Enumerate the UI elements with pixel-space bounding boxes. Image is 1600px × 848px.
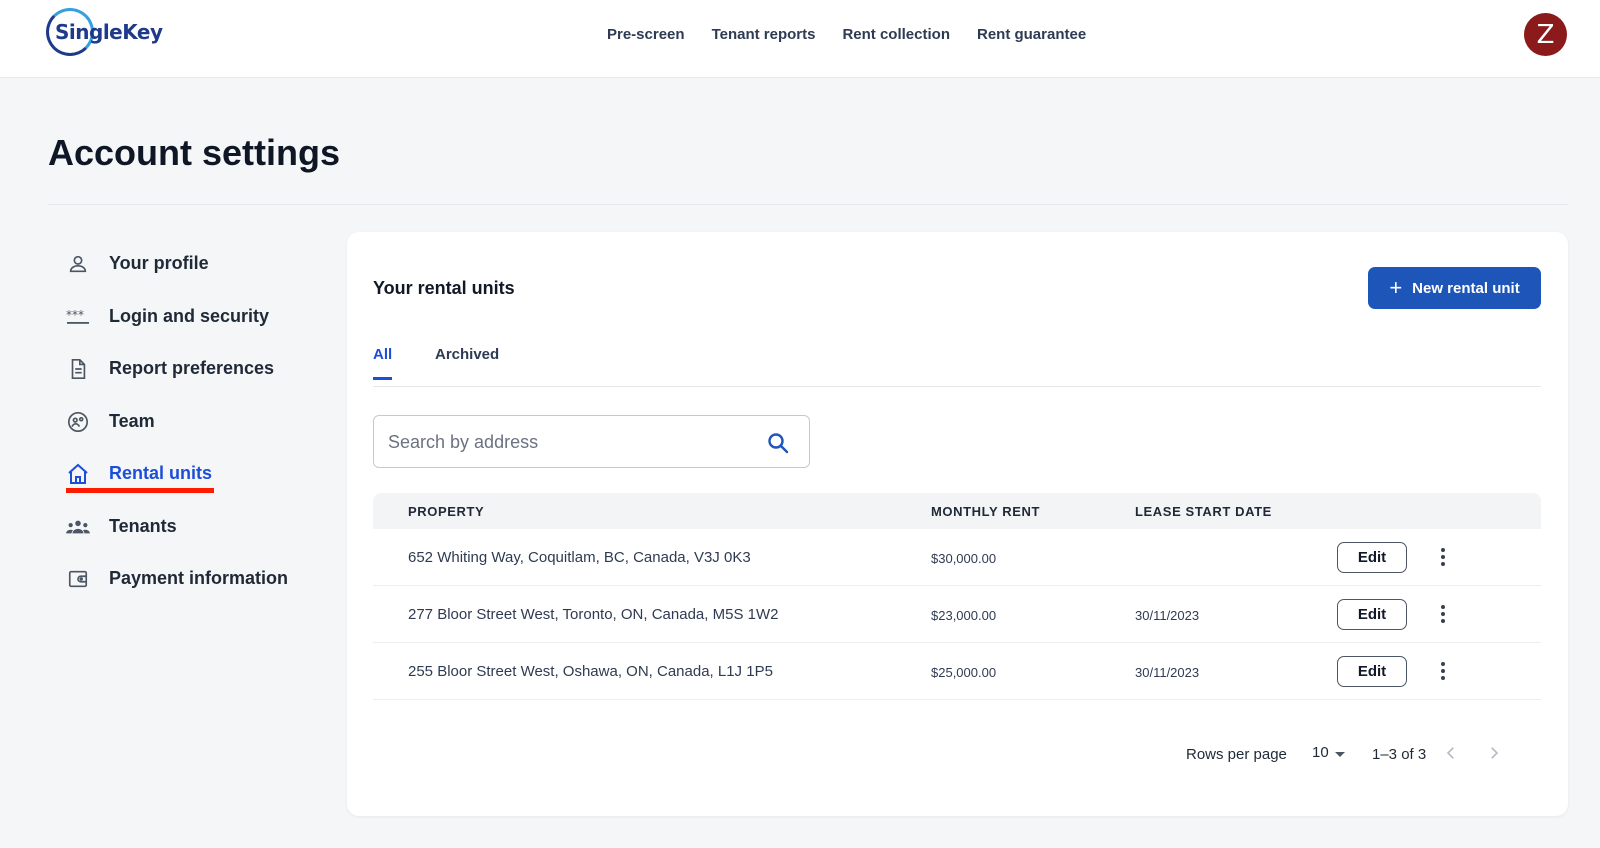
group-icon: [66, 515, 90, 539]
property-address: 652 Whiting Way, Coquitlam, BC, Canada, …: [408, 549, 751, 566]
page-title: Account settings: [48, 132, 341, 173]
monthly-rent: $23,000.00: [931, 608, 997, 623]
monthly-rent: $30,000.00: [931, 551, 997, 566]
column-header-lease-start: LEASE START DATE: [1135, 504, 1272, 519]
rental-units-tabs: All Archived: [373, 346, 1541, 387]
rows-per-page-label: Rows per page: [1186, 746, 1287, 763]
table-row: 277 Bloor Street West, Toronto, ON, Cana…: [373, 586, 1541, 643]
edit-button[interactable]: Edit: [1337, 542, 1407, 573]
table-row: 652 Whiting Way, Coquitlam, BC, Canada, …: [373, 529, 1541, 586]
rows-per-page-select[interactable]: 10: [1312, 744, 1352, 766]
caret-down-icon: [1335, 752, 1345, 757]
nav-tenant-reports[interactable]: Tenant reports: [712, 26, 816, 43]
title-divider: [48, 204, 1568, 205]
more-options-icon[interactable]: [1433, 659, 1453, 683]
home-icon: [66, 462, 90, 486]
sidebar-item-team[interactable]: Team: [66, 408, 336, 461]
table-row: 255 Bloor Street West, Oshawa, ON, Canad…: [373, 643, 1541, 700]
logo-text: SingleKey: [55, 20, 163, 44]
sidebar-item-label: Report preferences: [109, 358, 275, 378]
more-options-icon[interactable]: [1433, 602, 1453, 626]
sidebar-item-label: Your profile: [109, 253, 209, 273]
password-icon: ***: [66, 305, 90, 329]
team-icon: [66, 410, 90, 434]
sidebar-item-your-profile[interactable]: Your profile: [66, 250, 336, 303]
sidebar-item-label: Tenants: [109, 515, 177, 536]
chevron-left-icon[interactable]: [1439, 741, 1463, 765]
plus-icon: +: [1389, 275, 1403, 300]
nav-rent-collection[interactable]: Rent collection: [842, 26, 950, 43]
sidebar-item-tenants[interactable]: Tenants: [66, 513, 336, 566]
rental-units-table: PROPERTY MONTHLY RENT LEASE START DATE 6…: [373, 493, 1541, 700]
settings-sidebar: Your profile *** Login and security Repo…: [66, 250, 336, 618]
new-rental-unit-label: New rental unit: [1412, 279, 1520, 297]
more-options-icon[interactable]: [1433, 545, 1453, 569]
sidebar-item-label: Team: [109, 410, 155, 431]
column-header-property: PROPERTY: [408, 504, 485, 519]
lease-start-date: 30/11/2023: [1135, 608, 1200, 623]
edit-button[interactable]: Edit: [1337, 656, 1407, 687]
chevron-right-icon[interactable]: [1482, 741, 1506, 765]
main-nav: Pre-screen Tenant reports Rent collectio…: [607, 26, 1086, 43]
edit-button[interactable]: Edit: [1337, 599, 1407, 630]
tab-archived[interactable]: Archived: [435, 346, 499, 377]
singlekey-logo[interactable]: SingleKey: [46, 8, 163, 56]
person-icon: [66, 252, 90, 276]
search-icon[interactable]: [766, 431, 790, 455]
nav-rent-guarantee[interactable]: Rent guarantee: [977, 26, 1086, 43]
column-header-monthly-rent: MONTHLY RENT: [931, 504, 1041, 519]
sidebar-item-payment-information[interactable]: Payment information: [66, 565, 336, 618]
sidebar-item-report-preferences[interactable]: Report preferences: [66, 355, 336, 408]
sidebar-item-label: Payment information: [109, 568, 289, 588]
rows-per-page-value: 10: [1312, 744, 1329, 761]
wallet-icon: [66, 567, 90, 591]
tab-all[interactable]: All: [373, 346, 393, 380]
property-address: 255 Bloor Street West, Oshawa, ON, Canad…: [408, 663, 773, 680]
document-icon: [66, 357, 90, 381]
user-avatar[interactable]: Z: [1524, 13, 1567, 56]
card-title: Your rental units: [373, 278, 515, 298]
new-rental-unit-button[interactable]: + New rental unit: [1368, 267, 1541, 309]
lease-start-date: 30/11/2023: [1135, 665, 1200, 680]
monthly-rent: $25,000.00: [931, 665, 997, 680]
property-address: 277 Bloor Street West, Toronto, ON, Cana…: [408, 606, 779, 623]
sidebar-item-label: Rental units: [109, 463, 213, 483]
sidebar-item-rental-units[interactable]: Rental units: [66, 460, 336, 513]
nav-pre-screen[interactable]: Pre-screen: [607, 26, 685, 43]
search-box: [373, 415, 810, 468]
rental-units-card: Your rental units + New rental unit All …: [347, 232, 1568, 816]
page-range: 1–3 of 3: [1372, 746, 1427, 763]
table-header: PROPERTY MONTHLY RENT LEASE START DATE: [373, 493, 1541, 529]
sidebar-item-label: Login and security: [109, 305, 270, 326]
top-header: SingleKey Pre-screen Tenant reports Rent…: [0, 0, 1600, 78]
sidebar-item-login-security[interactable]: *** Login and security: [66, 303, 336, 356]
active-item-underline: [66, 488, 214, 493]
svg-text:***: ***: [66, 308, 84, 322]
search-input[interactable]: [388, 430, 748, 454]
